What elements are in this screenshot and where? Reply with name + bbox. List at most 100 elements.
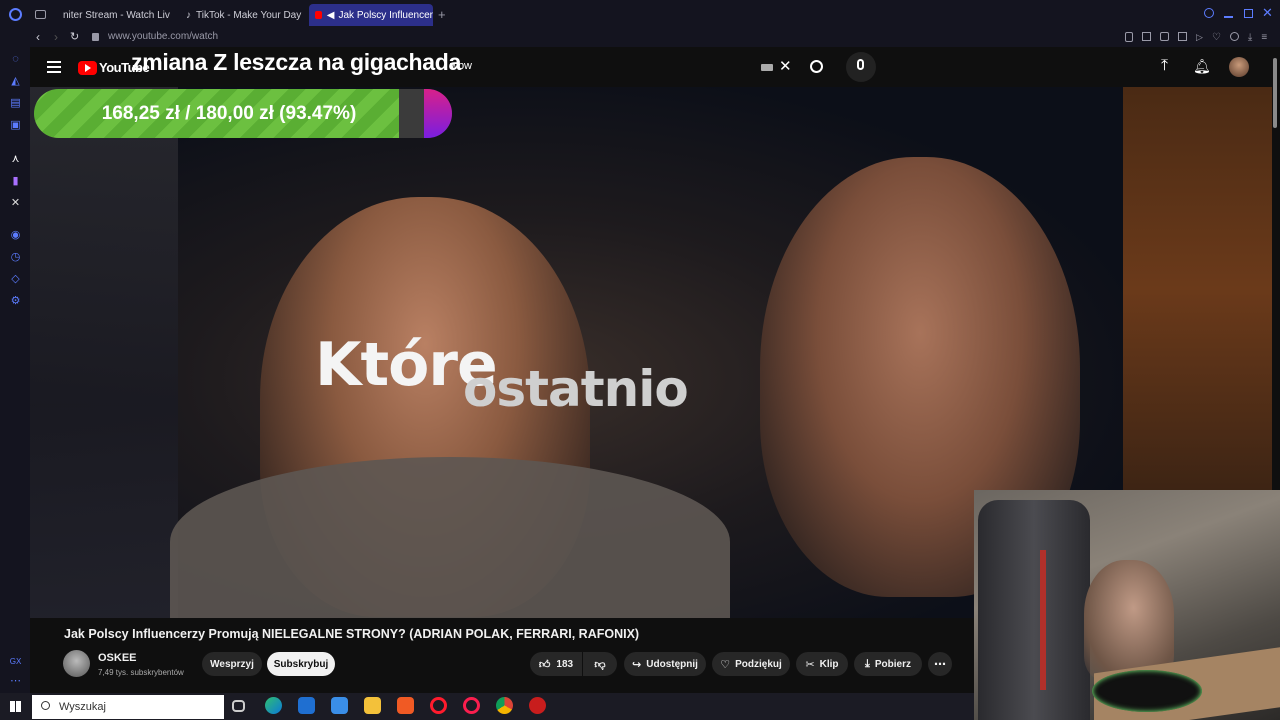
x-icon[interactable]: ✕ (9, 197, 22, 210)
more-dots-icon: ⋯ (934, 657, 946, 671)
thanks-button[interactable]: ♡ Podziękuj (712, 652, 790, 676)
thanks-label: Podziękuj (735, 658, 782, 670)
hamburger-middle-line (47, 66, 61, 68)
tab-youtube[interactable]: ◀ Jak Polscy Influencer (309, 4, 433, 26)
chrome-icon[interactable] (496, 697, 513, 714)
pinboard-icon[interactable]: ◇ (9, 273, 22, 286)
stream-overlay-title: zmiana Z leszcza na gigachada (131, 49, 462, 75)
snapshot-icon[interactable] (1142, 32, 1151, 41)
keyboard-icon[interactable] (761, 64, 773, 71)
task-view-icon[interactable] (232, 700, 245, 712)
app-icon[interactable] (529, 697, 546, 714)
new-tab-icon[interactable]: + (438, 7, 446, 22)
kick-sidebar-icon[interactable]: ⋏ (9, 153, 22, 166)
download-icon[interactable]: ⤓ (1248, 32, 1252, 44)
subscribe-label: Subskrybuj (273, 658, 329, 670)
clear-search-icon[interactable]: ✕ (779, 57, 792, 75)
twitch-icon[interactable]: ▮ (9, 175, 22, 188)
support-button[interactable]: Wesprzyj (202, 652, 262, 676)
donation-goal-bar: 168,25 zł / 180,00 zł (93.47%) (34, 89, 452, 138)
ai-icon[interactable]: ◭ (9, 75, 22, 88)
opera-gx-icon[interactable] (463, 697, 480, 714)
browser-sidebar: ◌ ◭ ▤ ▣ ⋏ ▮ ✕ ◉ ◷ ◇ ⚙ GX ⋯ (0, 47, 30, 693)
windows-start-icon[interactable] (10, 701, 21, 712)
microsoft-store-icon[interactable] (298, 697, 315, 714)
extension-icons[interactable]: ▷ ♡ ⤓ ≡ (1125, 32, 1270, 44)
voice-search-icon[interactable] (846, 52, 876, 82)
subscribe-button[interactable]: Subskrybuj (267, 652, 335, 676)
tab-tiktok[interactable]: ♪ TikTok - Make Your Day (180, 4, 302, 26)
edge-icon[interactable] (265, 697, 282, 714)
person-left-shirt (170, 457, 730, 618)
tab-kick[interactable]: niter Stream - Watch Live (52, 4, 170, 26)
page-scrollbar[interactable] (1273, 58, 1277, 128)
video-side-panel (1123, 87, 1272, 490)
thanks-icon: ♡ (720, 658, 731, 671)
like-button[interactable]: 👍︎ 183 (530, 652, 582, 676)
video-player[interactable] (30, 87, 1123, 618)
clip-label: Klip (819, 658, 839, 670)
thumbs-down-icon: 👎︎ (594, 658, 606, 671)
lock-icon (92, 33, 99, 41)
tiktok-icon: ♪ (186, 9, 191, 21)
file-explorer-icon[interactable] (364, 697, 381, 714)
cast-icon[interactable] (1178, 32, 1187, 41)
close-window-icon[interactable]: ✕ (1262, 5, 1273, 21)
clip-button[interactable]: ✂ Klip (796, 652, 848, 676)
channel-name[interactable]: OSKEE (98, 652, 137, 664)
gaming-chair (978, 500, 1090, 720)
tab-manager-icon[interactable] (35, 10, 46, 19)
notifications-icon[interactable]: 🔔︎ (1193, 58, 1211, 75)
opera-logo-icon[interactable] (9, 8, 22, 21)
player-icon[interactable]: ◉ (9, 229, 22, 242)
maximize-icon[interactable] (1244, 9, 1253, 18)
hamburger-menu-icon[interactable] (47, 61, 61, 73)
create-upload-icon[interactable]: ⤒ (1161, 57, 1168, 75)
url-text[interactable]: www.youtube.com/watch (108, 31, 218, 42)
back-icon[interactable]: ‹ (36, 30, 40, 44)
share-icon: ↪ (632, 658, 642, 671)
settings-icon[interactable]: ⚙ (9, 295, 22, 308)
forward-icon[interactable]: › (54, 30, 58, 44)
menu-icon[interactable]: ≡ (1261, 32, 1267, 44)
reload-icon[interactable]: ↻ (70, 30, 79, 43)
dislike-button[interactable]: 👎︎ (583, 652, 617, 676)
like-count: 183 (556, 658, 574, 670)
video-left-blur (30, 87, 178, 618)
aria-icon[interactable]: ◌ (9, 53, 22, 66)
avatar[interactable] (1229, 57, 1249, 77)
more-icon[interactable]: ⋯ (9, 675, 22, 688)
opera-icon[interactable] (430, 697, 447, 714)
search-button-icon[interactable] (810, 60, 823, 73)
streamer-webcam (974, 490, 1280, 720)
thumbs-up-icon: 👍︎ (538, 658, 551, 671)
taskbar-search-placeholder: Wyszukaj (59, 701, 106, 713)
pin-icon[interactable] (1125, 32, 1133, 42)
more-actions-button[interactable]: ⋯ (928, 652, 952, 676)
video-title: Jak Polscy Influencerzy Promują NIELEGAL… (64, 627, 640, 641)
scissors-icon: ✂ (805, 658, 815, 671)
subscriber-count: 7,49 tys. subskrybentów (98, 668, 184, 677)
search-tabs-icon[interactable] (1204, 8, 1214, 18)
share-label: Udostępnij (646, 658, 698, 670)
share-button[interactable]: ↪ Udostępnij (624, 652, 706, 676)
download-button[interactable]: ⤓ Pobierz (854, 652, 922, 676)
youtube-icon (315, 11, 322, 19)
channel-avatar[interactable] (63, 650, 90, 677)
account-icon[interactable] (1229, 32, 1239, 41)
chat-icon[interactable]: ▤ (9, 97, 22, 110)
mail-icon[interactable] (331, 697, 348, 714)
brave-icon[interactable] (397, 697, 414, 714)
messenger-icon[interactable]: ▣ (9, 119, 22, 132)
minimize-icon[interactable] (1224, 16, 1233, 18)
history-icon[interactable]: ◷ (9, 251, 22, 264)
donation-text: 168,25 zł / 180,00 zł (93.47%) (101, 103, 357, 124)
play-icon[interactable]: ▷ (1196, 32, 1203, 44)
taskbar-search-box[interactable]: Wyszukaj (32, 695, 224, 719)
support-label: Wesprzyj (210, 658, 254, 670)
streamer (1084, 560, 1174, 680)
heart-icon[interactable]: ♡ (1212, 32, 1221, 44)
mouse (1092, 670, 1202, 712)
shield-icon[interactable] (1160, 32, 1169, 41)
gx-icon[interactable]: GX (9, 655, 22, 668)
